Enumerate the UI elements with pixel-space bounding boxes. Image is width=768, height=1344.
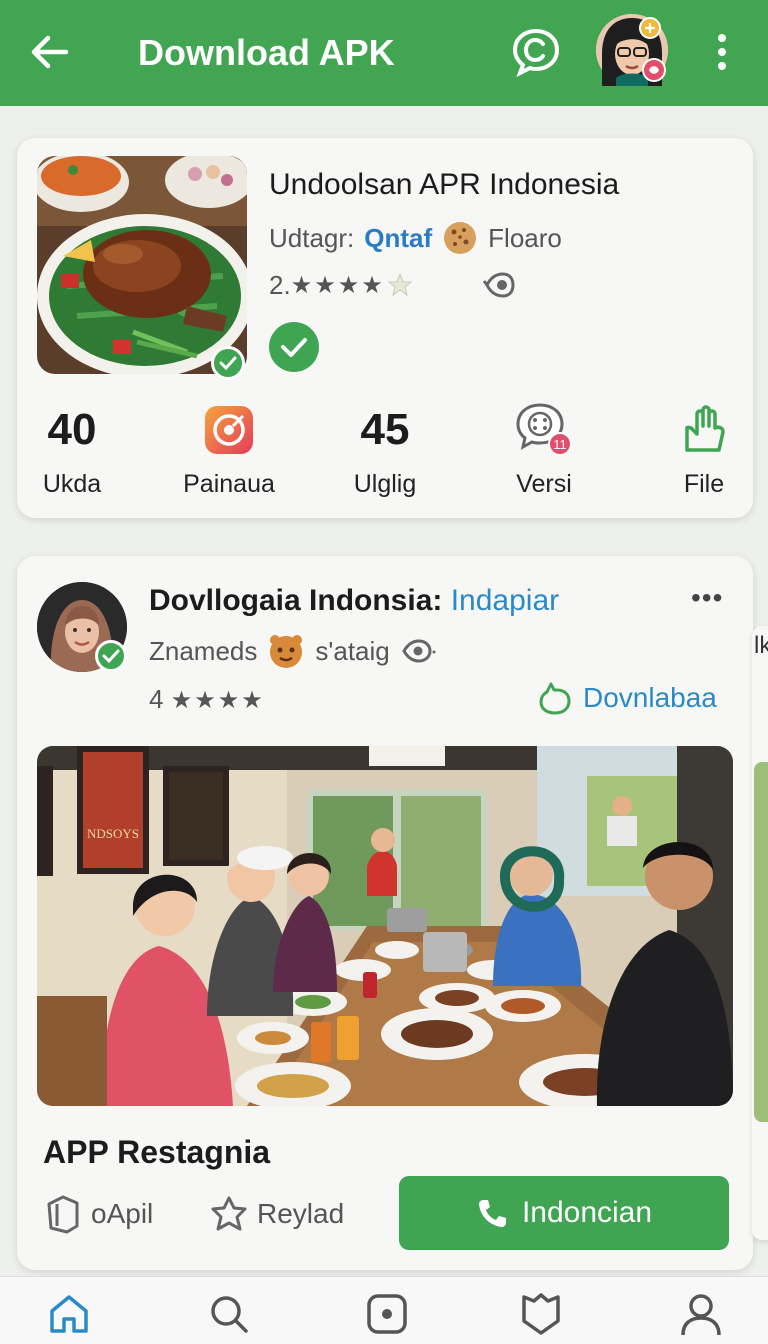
rating-stars: ★★★★ [290, 271, 385, 299]
stat-painaua[interactable]: Painaua [169, 400, 289, 499]
app-header: Download APK [0, 0, 768, 106]
star-outline-icon [211, 1196, 247, 1231]
page-title: Download APK [138, 32, 395, 73]
post-rating-value: 4 [149, 684, 164, 714]
app-info-card: Undoolsan APR Indonesia Udtagr: Qntaf Fl… [17, 138, 753, 518]
stat-label: Ukda [42, 470, 102, 498]
post-title: Dovllogaia Indonsia: Indapiar [149, 584, 559, 618]
meta-suffix: Floaro [488, 222, 562, 253]
call-to-action-button[interactable]: Indoncian [399, 1176, 729, 1250]
eye-icon[interactable] [400, 636, 436, 666]
download-link-label: Dovnlabaa [583, 682, 717, 713]
stat-ulglig: 45 Ulglig [325, 400, 445, 499]
cookie-icon [444, 222, 477, 254]
stat-label: Versi [516, 470, 572, 498]
shield-outline-icon [47, 1195, 79, 1234]
chat-bubble-icon [539, 682, 571, 715]
food-image [37, 156, 247, 374]
post-rating: 4 ★★★★ [149, 684, 265, 715]
action-reload-label: Reylad [257, 1198, 345, 1229]
hand-icon [685, 405, 725, 452]
stat-label: Ulglig [353, 470, 417, 498]
half-star-icon [387, 272, 413, 297]
stat-versi[interactable]: 11 Versi [484, 400, 604, 499]
more-options-icon[interactable]: ••• [691, 582, 723, 614]
app-meta: Udtagr: Qntaf Floaro [269, 220, 562, 256]
bottom-navigation [0, 1276, 768, 1344]
post-title-link[interactable]: Indapiar [451, 584, 559, 617]
record-icon[interactable] [364, 1291, 410, 1337]
phone-icon [478, 1200, 506, 1227]
eye-icon[interactable] [482, 268, 517, 302]
bookmark-icon[interactable] [518, 1291, 564, 1337]
sub-right: s'ataig [315, 635, 390, 666]
restaurant-image: NDSOYS [37, 746, 733, 1106]
app-name: APP Restagnia [43, 1134, 271, 1170]
svg-text:NDSOYS: NDSOYS [87, 826, 139, 841]
notification-count: 11 [553, 437, 567, 452]
stat-file[interactable]: File [644, 400, 764, 499]
stat-value: 45 [360, 405, 410, 454]
installed-check-icon[interactable] [269, 322, 319, 372]
app-title: Undoolsan APR Indonesia [269, 168, 620, 201]
target-app-icon [205, 406, 253, 454]
peek-image [754, 762, 768, 1122]
meta-link[interactable]: Qntaf [364, 223, 432, 254]
cta-label: Indoncian [521, 1196, 653, 1229]
cookie-bear-icon [270, 635, 303, 668]
next-card-peek[interactable]: lk [752, 626, 768, 1240]
chat-bubble-icon[interactable] [510, 26, 562, 78]
post-title-text: Dovllogaia Indonsia: [149, 584, 443, 617]
chat-support-icon: 11 [516, 403, 572, 456]
sub-left: Znameds [149, 635, 258, 666]
meta-prefix: Udtagr: [269, 222, 355, 253]
arrow-left-icon[interactable] [26, 28, 74, 76]
post-card: Dovllogaia Indonsia: Indapiar ••• Znamed… [17, 556, 753, 1270]
stat-label: File [683, 470, 725, 498]
app-rating: 2. ★★★★ [269, 268, 517, 302]
action-api-label: oApil [91, 1198, 154, 1229]
profile-icon[interactable] [678, 1291, 724, 1337]
restaurant-photo[interactable]: NDSOYS [37, 746, 733, 1106]
download-link[interactable]: Dovnlabaa [537, 680, 717, 716]
user-avatar-icon [596, 14, 668, 86]
action-api[interactable]: oApil [43, 1194, 153, 1234]
author-verified-badge [95, 640, 127, 672]
rating-value: 2. [269, 269, 291, 300]
post-rating-stars: ★★★★ [170, 687, 265, 714]
action-reload[interactable]: Reylad [209, 1194, 344, 1234]
peek-text: lk [754, 632, 768, 659]
post-subtitle: Znameds s'ataig [149, 632, 436, 670]
avatar[interactable] [596, 14, 668, 86]
home-icon[interactable] [46, 1291, 92, 1337]
stat-label: Painaua [183, 470, 275, 498]
stat-downloads: 40 Ukda [12, 400, 132, 499]
app-thumbnail[interactable] [37, 156, 247, 374]
search-icon[interactable] [206, 1291, 252, 1337]
more-vertical-icon[interactable] [706, 28, 738, 76]
verified-badge [211, 346, 245, 380]
stat-value: 40 [47, 405, 97, 454]
